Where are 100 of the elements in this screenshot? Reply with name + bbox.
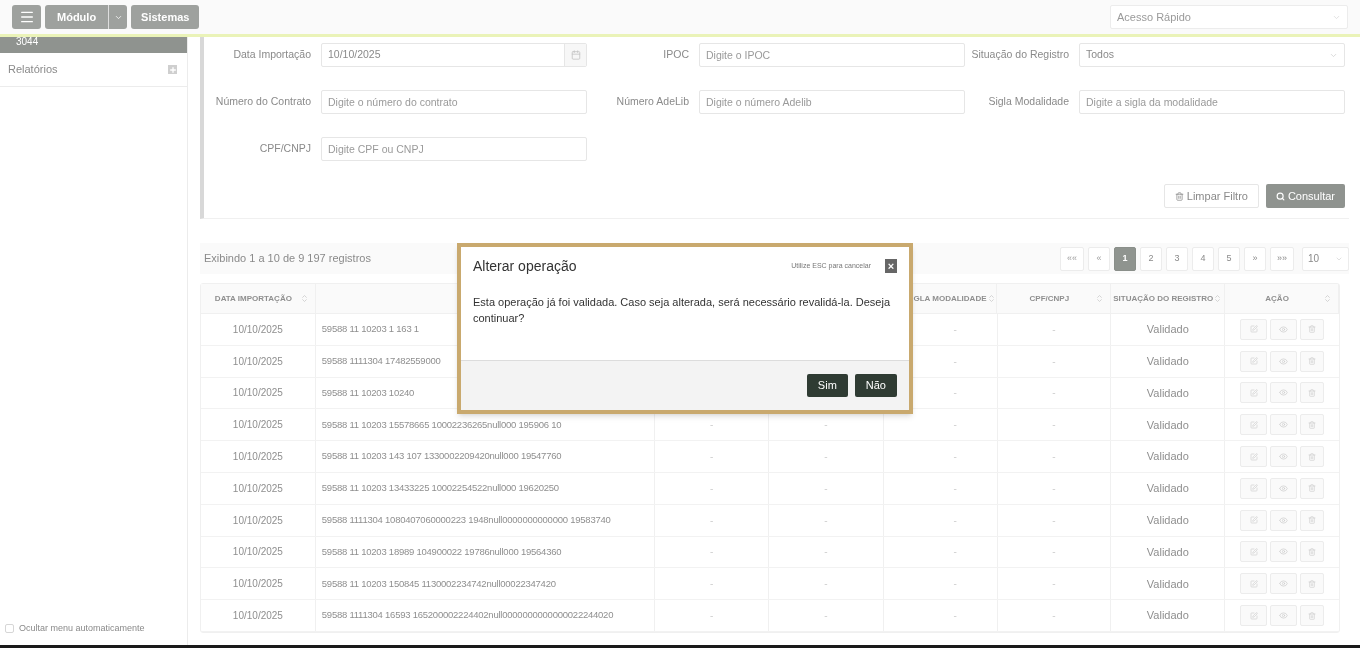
- trash-icon: [1174, 191, 1184, 201]
- systems-button[interactable]: Sistemas: [131, 5, 200, 29]
- table-cell-text: Validado: [1146, 353, 1189, 369]
- table-cell-text: -: [953, 577, 957, 592]
- edit-button[interactable]: [1240, 350, 1268, 372]
- delete-button[interactable]: [1300, 509, 1325, 531]
- confirm-button[interactable]: Sim: [806, 374, 848, 397]
- column-header[interactable]: SITUAÇÃO DO REGISTRO: [1113, 292, 1214, 305]
- delete-button[interactable]: [1300, 350, 1325, 372]
- table-cell-text: -: [709, 577, 714, 592]
- sidebar-item[interactable]: Relatórios: [0, 53, 187, 87]
- edit-button[interactable]: [1240, 477, 1268, 499]
- cancel-button[interactable]: Não: [854, 374, 897, 397]
- sort-icon[interactable]: [1322, 294, 1332, 303]
- delete-button[interactable]: [1300, 446, 1325, 468]
- delete-button[interactable]: [1300, 573, 1325, 595]
- trash-icon: [1308, 389, 1317, 397]
- table-cell-text: 10/10/2025: [232, 577, 283, 592]
- eye-icon: [1279, 324, 1289, 334]
- page-button[interactable]: 4: [1192, 246, 1214, 271]
- close-button[interactable]: ×: [885, 259, 897, 273]
- edit-button[interactable]: [1240, 605, 1268, 627]
- trash-icon: [1308, 357, 1317, 366]
- delete-button[interactable]: [1300, 382, 1325, 404]
- view-button[interactable]: [1270, 350, 1298, 372]
- edit-button[interactable]: [1240, 541, 1268, 563]
- column-header[interactable]: DATA IMPORTAÇÃO: [207, 292, 300, 305]
- table-cell-text: Validado: [1146, 449, 1189, 465]
- search-button[interactable]: Consultar: [1265, 184, 1345, 208]
- column-header[interactable]: GLA MODALIDADE: [913, 292, 987, 305]
- edit-button[interactable]: [1240, 382, 1268, 404]
- quick-access-select[interactable]: Acesso Rápido: [1110, 5, 1348, 29]
- edit-button[interactable]: [1240, 573, 1268, 595]
- view-button[interactable]: [1270, 382, 1298, 404]
- table-cell-text: Validado: [1146, 481, 1189, 497]
- calendar-icon[interactable]: [570, 50, 581, 60]
- table-cell-text: 10/10/2025: [232, 513, 283, 528]
- column-header[interactable]: CPF/CNPJ: [1003, 292, 1096, 305]
- field-label: Situação do Registro: [970, 47, 1070, 63]
- table-cell-text: 10/10/2025: [232, 386, 283, 401]
- table-cell-text: -: [709, 545, 714, 560]
- table-cell-text: -: [709, 481, 714, 496]
- date-field[interactable]: 10/10/2025: [321, 43, 587, 67]
- page-button[interactable]: 1: [1114, 246, 1136, 271]
- page-button[interactable]: 3: [1166, 246, 1188, 271]
- input-field[interactable]: Digite a sigla da modalidade: [1079, 90, 1345, 114]
- edit-button[interactable]: [1240, 414, 1268, 436]
- edit-button[interactable]: [1240, 318, 1268, 340]
- menu-button[interactable]: [12, 5, 41, 29]
- table-cell: 59588 1111304 16593 165200002224402null0000000000000022244020: [321, 608, 614, 623]
- table-cell-text: -: [1052, 386, 1056, 401]
- input-field[interactable]: Digite o número Adelib: [699, 90, 965, 114]
- sort-icon[interactable]: [299, 294, 309, 303]
- view-button[interactable]: [1270, 477, 1298, 499]
- field-label: Número do Contrato: [214, 94, 312, 110]
- sort-icon[interactable]: [1213, 294, 1223, 303]
- sort-icon[interactable]: [1095, 294, 1105, 303]
- page-button[interactable]: 5: [1218, 246, 1240, 271]
- view-button[interactable]: [1270, 605, 1298, 627]
- clear-filter-button[interactable]: Limpar Filtro: [1163, 184, 1259, 208]
- table-cell-text: -: [824, 450, 828, 465]
- delete-button[interactable]: [1300, 605, 1325, 627]
- page-size-select[interactable]: 10: [1302, 246, 1349, 271]
- menu-icon: [18, 9, 35, 25]
- table-cell-text: -: [824, 577, 828, 592]
- dialog-message: Esta operação já foi validada. Caso seja alterada, será necessário revalidá-la. Deseja continuar?: [472, 295, 891, 326]
- results-summary: Exibindo 1 a 10 de 9 197 registros: [204, 251, 371, 267]
- edit-button[interactable]: [1240, 509, 1268, 531]
- trash-icon: [1308, 579, 1317, 588]
- delete-button[interactable]: [1300, 541, 1325, 563]
- table-cell-text: -: [824, 609, 828, 624]
- table-cell-text: -: [953, 418, 957, 433]
- column-header[interactable]: AÇÃO: [1231, 292, 1323, 305]
- delete-button[interactable]: [1300, 318, 1325, 340]
- view-button[interactable]: [1270, 573, 1298, 595]
- edit-icon: [1249, 547, 1258, 556]
- view-button[interactable]: [1270, 414, 1298, 436]
- input-field[interactable]: Digite CPF ou CNPJ: [321, 137, 587, 161]
- table-cell-text: Validado: [1146, 512, 1189, 528]
- table-cell-text: Validado: [1146, 417, 1189, 433]
- edit-button[interactable]: [1240, 446, 1268, 468]
- input-field[interactable]: Digite o IPOC: [699, 43, 965, 67]
- view-button[interactable]: [1270, 318, 1298, 340]
- view-button[interactable]: [1270, 446, 1298, 468]
- delete-button[interactable]: [1300, 414, 1325, 436]
- trash-icon: [1308, 484, 1317, 493]
- checkbox[interactable]: [5, 623, 14, 633]
- page-button[interactable]: »: [1244, 246, 1266, 271]
- delete-button[interactable]: [1300, 477, 1325, 499]
- sort-icon[interactable]: [986, 294, 996, 303]
- page-button[interactable]: 2: [1140, 246, 1162, 271]
- table-cell-text: -: [1052, 450, 1056, 465]
- view-button[interactable]: [1270, 541, 1298, 563]
- input-field[interactable]: Digite o número do contrato: [321, 90, 587, 114]
- table-cell: 59588 11 10203 143 107 1330002209420null000 19547760: [321, 449, 562, 464]
- view-button[interactable]: [1270, 509, 1298, 531]
- table-cell-text: 10/10/2025: [232, 609, 283, 624]
- page-button[interactable]: »»: [1270, 246, 1294, 271]
- table-cell-text: 59588 11 10203 10240: [321, 385, 415, 400]
- status-select[interactable]: Todos: [1079, 43, 1345, 67]
